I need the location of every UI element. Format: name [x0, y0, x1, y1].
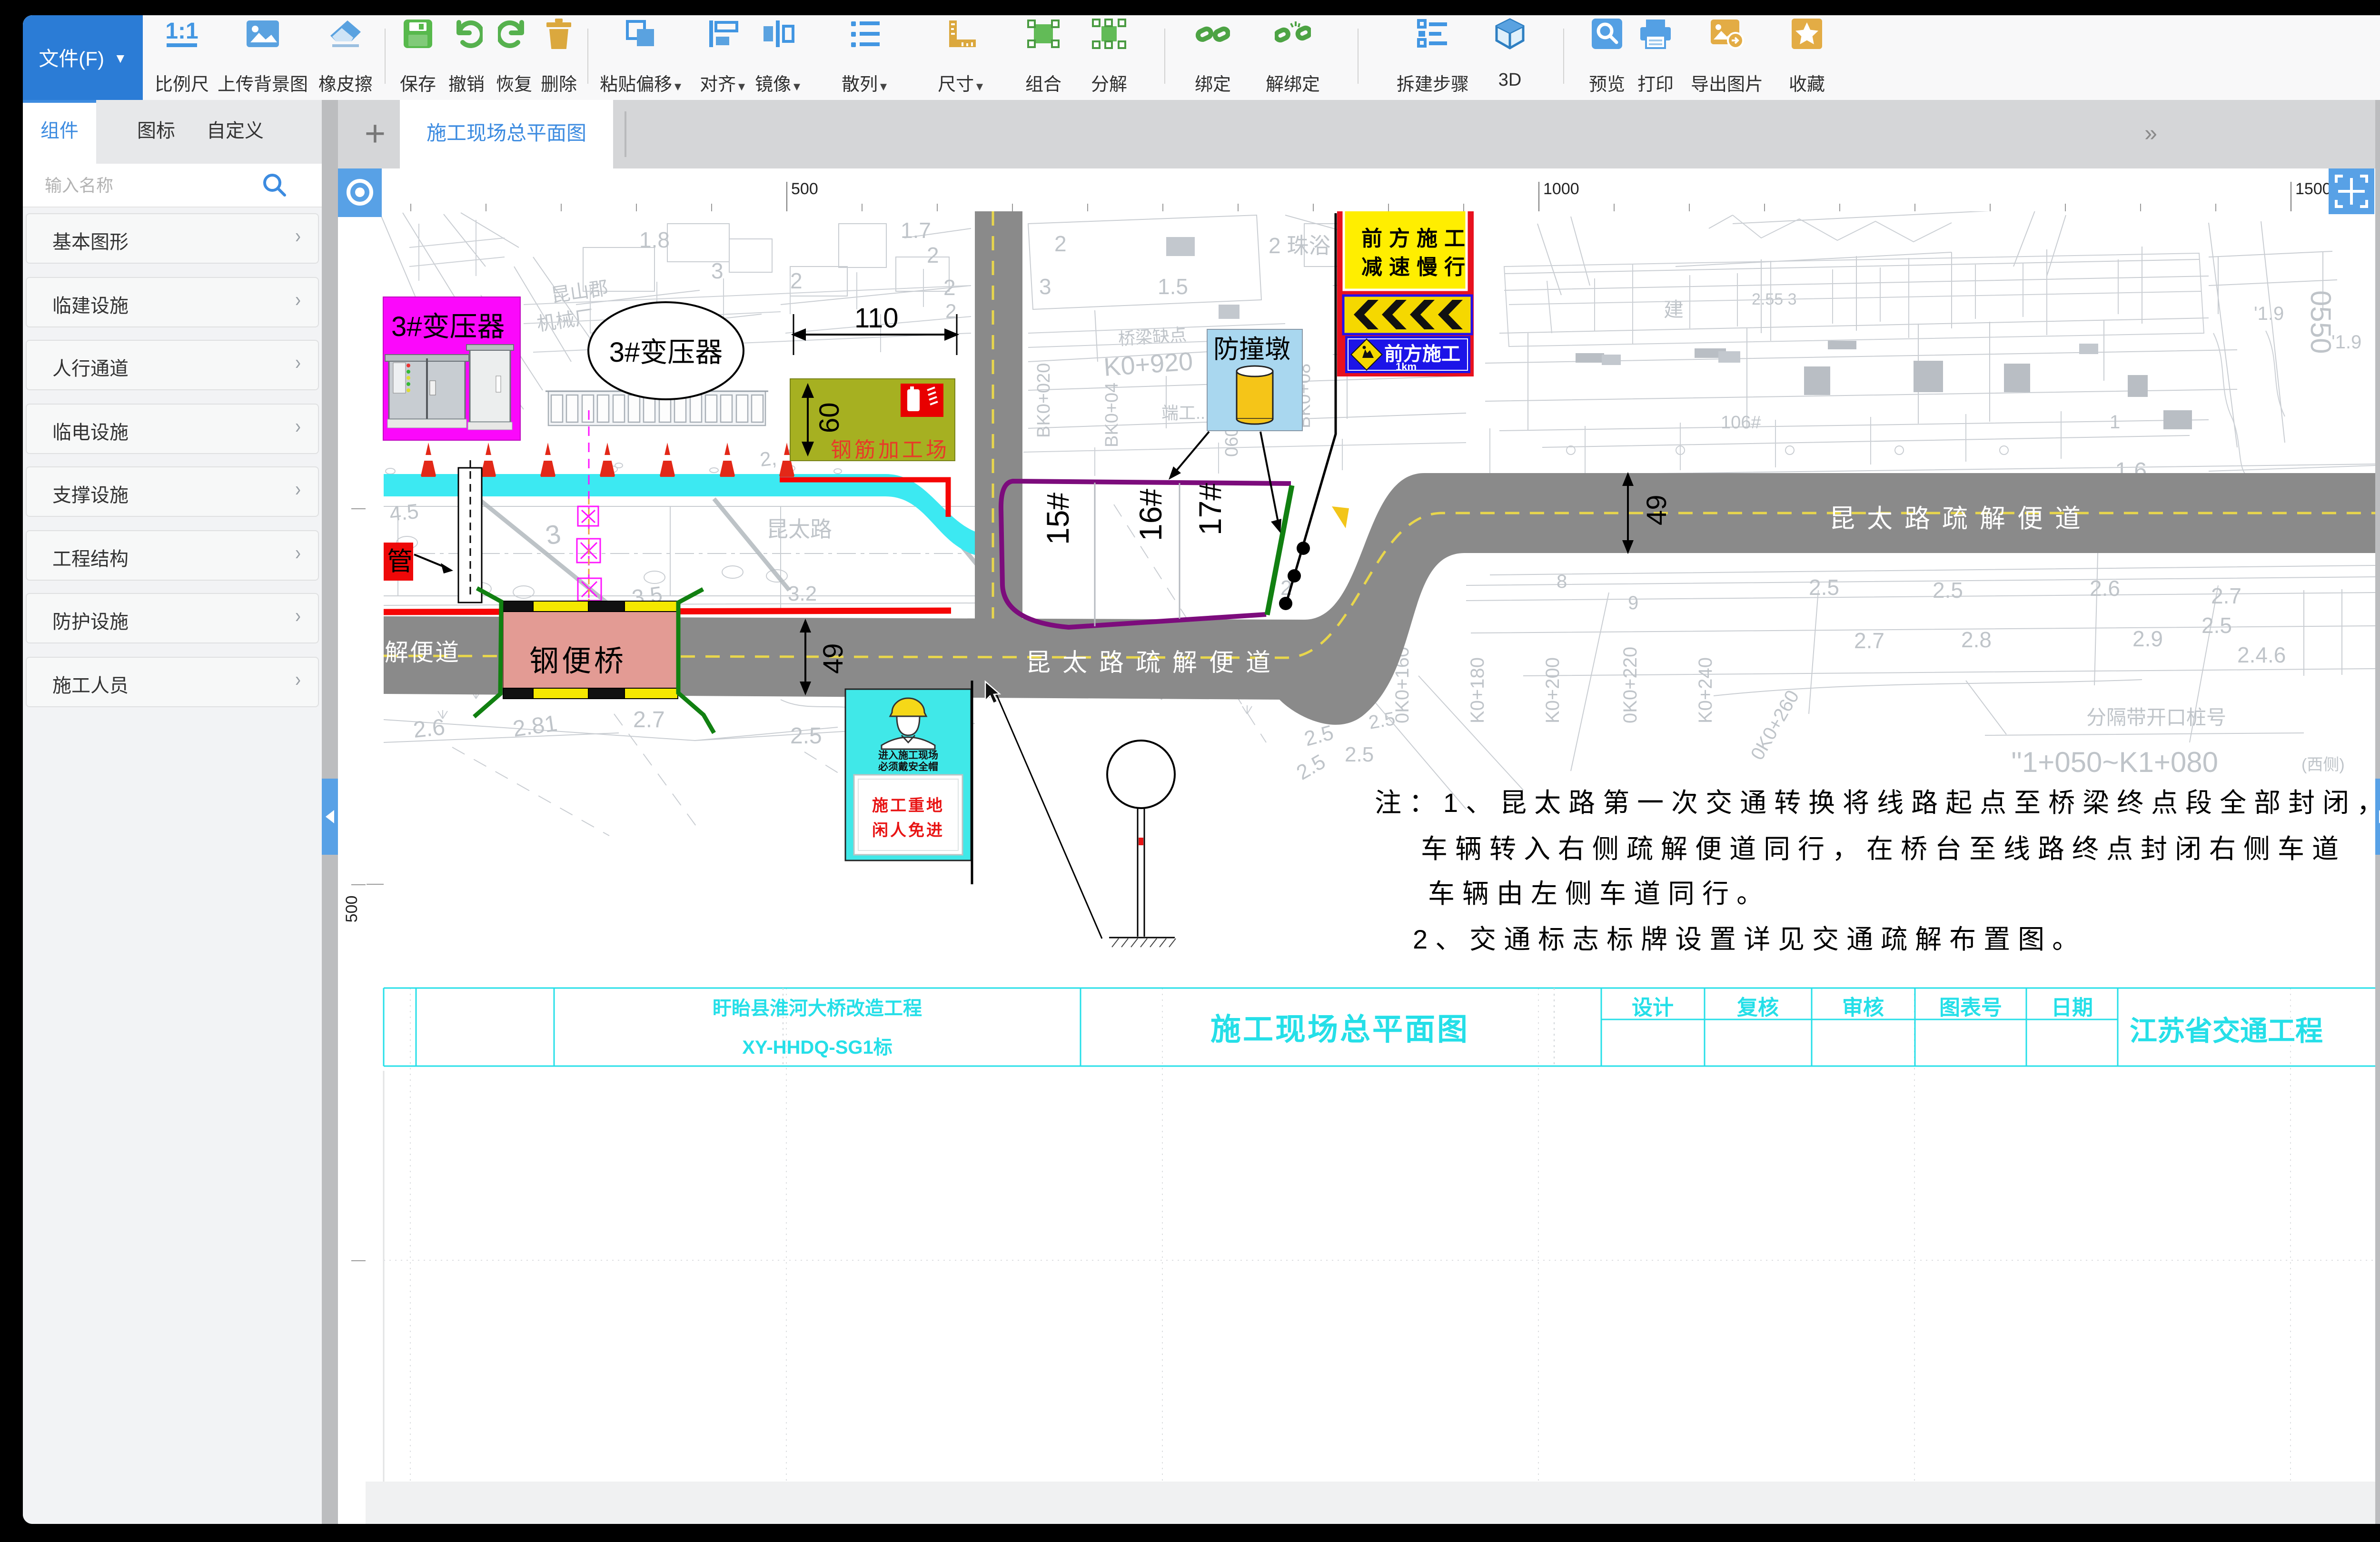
svg-text:2.6: 2.6 — [2090, 576, 2120, 601]
svg-text:3#变压器: 3#变压器 — [609, 337, 723, 368]
svg-text:审核: 审核 — [1842, 996, 1884, 1019]
svg-text:''1+050~K1+080: ''1+050~K1+080 — [2011, 746, 2218, 778]
svg-text:2: 2 — [927, 243, 939, 267]
svg-text:2.8: 2.8 — [1961, 627, 1992, 652]
svg-text:防撞墩: 防撞墩 — [1213, 335, 1290, 364]
svg-text:49: 49 — [1641, 494, 1672, 525]
svg-text:进入施工现场: 进入施工现场 — [878, 750, 938, 761]
svg-text:0K0+260: 0K0+260 — [1747, 687, 1804, 764]
svg-text:3: 3 — [711, 258, 724, 283]
svg-text:K0+240: K0+240 — [1695, 657, 1716, 723]
svg-text:2: 2 — [1054, 231, 1067, 256]
svg-text:2.5: 2.5 — [1302, 721, 1336, 751]
svg-text:必须戴安全帽: 必须戴安全帽 — [878, 761, 938, 772]
svg-text:BK0+020: BK0+020 — [1034, 363, 1054, 438]
svg-text:2 珠浴: 2 珠浴 — [1269, 233, 1330, 258]
svg-text:注：1、昆太路第一次交通转换将线路起点至桥梁终点段全部封闭，: 注：1、昆太路第一次交通转换将线路起点至桥梁终点段全部封闭， — [1375, 788, 2375, 818]
svg-text:2、交通标志标牌设置详见交通疏解布置图。: 2、交通标志标牌设置详见交通疏解布置图。 — [1413, 924, 2086, 954]
svg-text:4.5: 4.5 — [388, 500, 420, 526]
svg-text:BK0+04: BK0+04 — [1102, 383, 1122, 447]
svg-text:昆太路疏解便道: 昆太路疏解便道 — [1829, 504, 2092, 533]
svg-text:图表号: 图表号 — [1939, 996, 2002, 1019]
svg-text:2: 2 — [790, 268, 803, 293]
svg-text:K0+200: K0+200 — [1542, 657, 1563, 723]
svg-text:3.2: 3.2 — [788, 582, 817, 605]
svg-text:钢筋加工场: 钢筋加工场 — [831, 438, 950, 462]
svg-text:106#: 106# — [1721, 413, 1761, 433]
svg-text:钢便桥: 钢便桥 — [529, 645, 626, 678]
svg-text:K0+180: K0+180 — [1467, 657, 1488, 723]
svg-text:施工重地: 施工重地 — [872, 797, 944, 815]
svg-text:K0+920: K0+920 — [1103, 347, 1194, 382]
svg-text:2.9: 2.9 — [2132, 626, 2163, 651]
svg-text:2.5: 2.5 — [1933, 578, 1963, 603]
svg-text:2.7: 2.7 — [633, 707, 665, 732]
svg-text:0K0+220: 0K0+220 — [1620, 647, 1641, 723]
svg-text:盱眙县淮河大桥改造工程: 盱眙县淮河大桥改造工程 — [713, 998, 922, 1019]
svg-text:49: 49 — [818, 643, 849, 674]
svg-text:端工..: 端工.. — [1161, 403, 1205, 423]
svg-text:9: 9 — [1628, 593, 1638, 613]
svg-text:1.7: 1.7 — [901, 218, 931, 243]
svg-text:车辆由左侧车道同行。: 车辆由左侧车道同行。 — [1428, 879, 1771, 909]
svg-text:2.7: 2.7 — [1854, 628, 1884, 653]
svg-text:110: 110 — [854, 303, 898, 334]
svg-text:2.7: 2.7 — [2211, 583, 2241, 608]
svg-text:0550: 0550 — [2305, 290, 2337, 354]
svg-text:3: 3 — [543, 518, 563, 550]
svg-text:1: 1 — [2110, 412, 2120, 433]
svg-text:分隔带开口桩号: 分隔带开口桩号 — [2086, 706, 2226, 729]
svg-text:1km: 1km — [1396, 361, 1417, 373]
svg-text:解便道: 解便道 — [385, 639, 460, 666]
svg-text:2.6: 2.6 — [412, 714, 446, 743]
svg-text:设计: 设计 — [1632, 996, 1674, 1019]
svg-text:前方施工: 前方施工 — [1361, 227, 1472, 250]
svg-text:17#: 17# — [1192, 483, 1228, 535]
svg-text:3: 3 — [1039, 274, 1051, 299]
svg-text:昆太路疏解便道: 昆太路疏解便道 — [1026, 649, 1282, 677]
svg-text:车辆转入右侧疏解便道同行，在桥台至线路终点封闭右侧车道: 车辆转入右侧疏解便道同行，在桥台至线路终点封闭右侧车道 — [1421, 834, 2346, 864]
svg-text:(西侧): (西侧) — [2301, 756, 2345, 774]
svg-text:2.81: 2.81 — [511, 711, 559, 741]
svg-text:'1.9: '1.9 — [2254, 303, 2284, 324]
svg-text:江苏省交通工程: 江苏省交通工程 — [2130, 1016, 2323, 1047]
svg-text:2.5: 2.5 — [1293, 750, 1329, 785]
svg-text:2: 2 — [943, 275, 956, 300]
svg-text:060: 060 — [1222, 427, 1242, 457]
svg-text:施工现场总平面图: 施工现场总平面图 — [1210, 1012, 1469, 1047]
svg-text:闲人免进: 闲人免进 — [872, 821, 944, 840]
svg-text:管: 管 — [387, 547, 413, 576]
svg-text:昆太路: 昆太路 — [766, 517, 832, 542]
svg-text:减速慢行: 减速慢行 — [1361, 256, 1472, 279]
svg-text:3#变压器: 3#变压器 — [391, 311, 505, 342]
svg-text:60: 60 — [814, 402, 845, 433]
svg-text:2.4.6: 2.4.6 — [2237, 642, 2286, 667]
svg-text:1.8: 1.8 — [639, 227, 670, 252]
svg-text:2.5: 2.5 — [1345, 743, 1374, 766]
svg-text:16#: 16# — [1133, 489, 1168, 541]
svg-text:1.5: 1.5 — [1158, 274, 1188, 299]
svg-text:15#: 15# — [1040, 493, 1075, 545]
svg-text:2.5: 2.5 — [1809, 575, 1839, 600]
svg-text:复核: 复核 — [1737, 996, 1779, 1019]
svg-text:2.5: 2.5 — [2202, 613, 2232, 638]
svg-text:日期: 日期 — [2051, 996, 2093, 1019]
svg-text:XY-HHDQ-SG1标: XY-HHDQ-SG1标 — [742, 1037, 892, 1058]
svg-text:2.5: 2.5 — [790, 723, 822, 749]
